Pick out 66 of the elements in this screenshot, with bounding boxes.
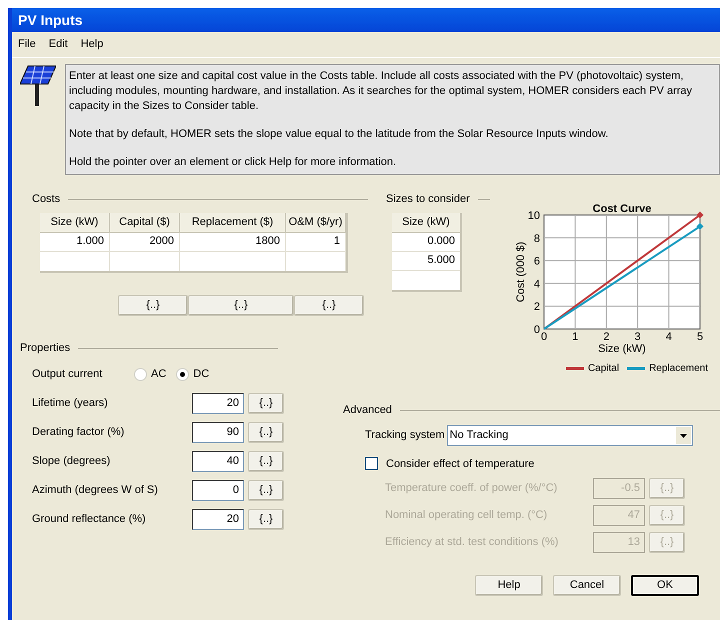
field-label: Output current	[32, 367, 104, 382]
info-text: Note that by default, HOMER sets the slope value equal to the latitude from the Solar Resource Inputs window.	[69, 127, 610, 142]
field-label: Derating factor (%)	[32, 424, 126, 440]
y-axis-label: Cost (000 $)	[515, 242, 527, 302]
options-button[interactable]: {..}	[248, 422, 284, 442]
group-title: Costs	[32, 192, 60, 207]
field-label: Efficiency at std. test conditions (%)	[385, 535, 560, 550]
options-button[interactable]: {..}	[294, 294, 364, 316]
table-cell: 0.000	[392, 232, 460, 252]
menu-item[interactable]: Help	[80, 36, 104, 53]
dialog-button[interactable]: Cancel	[553, 575, 621, 596]
y-tick-label: 10	[528, 210, 540, 222]
menu-item[interactable]: File	[18, 36, 36, 53]
input-field[interactable]: 0	[192, 480, 244, 500]
chart-title: Cost Curve	[592, 203, 652, 215]
info-text: Enter at least one size and capital cost value in the Costs table. Include all costs associated with the PV (photovoltaic) system, including modules, mounting hardware, and installation. As it searches for the optimal system, HOMER considers each PV array capacity in the Sizes to Consider table.	[69, 69, 694, 114]
group-title: Properties	[20, 341, 70, 356]
window-title: PV Inputs	[18, 10, 83, 30]
x-tick-label: 0	[540, 331, 548, 343]
group-title: Advanced	[343, 403, 392, 418]
y-tick-label: 0	[534, 324, 540, 336]
x-tick-label: 2	[603, 331, 610, 343]
options-button[interactable]: {..}	[248, 480, 284, 500]
input-field[interactable]: 20	[192, 508, 244, 530]
options-button[interactable]: {..}	[118, 294, 188, 316]
field-label: Slope (degrees)	[32, 454, 112, 469]
field-label: Temperature coeff. of power (%/°C)	[385, 481, 558, 496]
column-header: Size (kW)	[392, 212, 460, 232]
tracking-dropdown[interactable]: No Tracking	[446, 424, 693, 446]
options-button[interactable]: {..}	[188, 294, 294, 316]
x-tick-label: 5	[696, 331, 704, 343]
x-axis-label: Size (kW)	[598, 343, 646, 355]
y-tick-label: 6	[534, 256, 540, 268]
checkbox-label: Consider effect of temperature	[386, 456, 534, 472]
dialog-button[interactable]: OK	[631, 575, 699, 596]
y-tick-label: 4	[534, 278, 540, 290]
options-button[interactable]: {..}	[248, 450, 284, 472]
table-cell: 5.000	[392, 252, 460, 270]
field-label: Azimuth (degrees W of S)	[32, 482, 159, 498]
input-field[interactable]: 40	[192, 450, 244, 472]
y-tick-label: 8	[534, 232, 540, 245]
field-label: Tracking system	[365, 428, 445, 443]
input-field[interactable]: 20	[192, 392, 244, 414]
legend-swatch	[566, 367, 584, 370]
x-tick-label: 4	[666, 331, 672, 343]
radio-option[interactable]: AC	[134, 366, 166, 383]
field-label: Lifetime (years)	[32, 396, 109, 411]
x-tick-label: 1	[572, 331, 578, 343]
menu-item[interactable]: Edit	[48, 36, 68, 53]
dialog-button[interactable]: Help	[475, 575, 543, 596]
legend-label: Capital	[588, 362, 620, 376]
field-label: Nominal operating cell temp. (°C)	[385, 508, 548, 524]
field-label: Ground reflectance (%)	[32, 512, 147, 527]
checkbox[interactable]	[365, 457, 378, 470]
group-title: Sizes to consider	[386, 192, 470, 207]
info-text: Hold the pointer over an element or click Help for more information.	[69, 155, 398, 170]
radio-option[interactable]: DC	[176, 366, 210, 383]
solar-panel-icon	[20, 64, 56, 106]
options-button[interactable]: {..}	[248, 392, 284, 414]
options-button[interactable]: {..}	[248, 508, 284, 530]
y-tick-label: 2	[534, 301, 540, 314]
table-cell	[392, 270, 460, 290]
input-field[interactable]: 90	[192, 422, 244, 442]
legend-label: Replacement	[649, 362, 708, 376]
x-tick-label: 3	[634, 331, 641, 343]
legend-swatch	[627, 367, 646, 370]
